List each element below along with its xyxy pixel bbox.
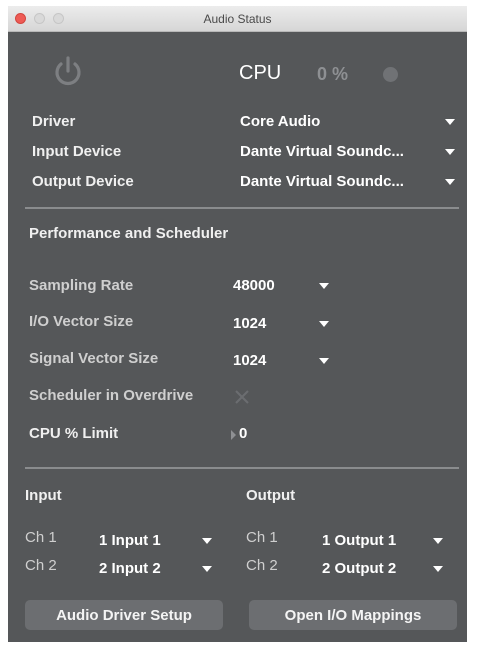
driver-dropdown-arrow-icon[interactable] bbox=[445, 119, 455, 125]
audio-driver-setup-button[interactable]: Audio Driver Setup bbox=[25, 600, 223, 630]
window-title: Audio Status bbox=[203, 12, 272, 26]
sampling-rate-label: Sampling Rate bbox=[29, 277, 134, 294]
sampling-rate-value[interactable]: 48000 bbox=[233, 277, 275, 294]
input-device-value[interactable]: Dante Virtual Soundc... bbox=[240, 143, 404, 160]
output-device-dropdown-arrow-icon[interactable] bbox=[445, 179, 455, 185]
title-bar: Audio Status bbox=[8, 6, 467, 32]
cpu-limit-value[interactable]: 0 bbox=[239, 425, 247, 442]
output-device-value[interactable]: Dante Virtual Soundc... bbox=[240, 173, 404, 190]
cpu-indicator-light bbox=[383, 67, 398, 82]
signal-vector-size-value[interactable]: 1024 bbox=[233, 352, 266, 369]
audio-status-panel: CPU 0 % Driver Core Audio Input Device D… bbox=[8, 32, 467, 642]
input-ch2-dropdown-arrow-icon[interactable] bbox=[202, 566, 212, 572]
output-device-label: Output Device bbox=[32, 173, 134, 190]
scheduler-overdrive-checkbox[interactable] bbox=[234, 389, 250, 405]
divider bbox=[25, 467, 459, 469]
output-ch2-label: Ch 2 bbox=[246, 557, 278, 574]
input-device-label: Input Device bbox=[32, 143, 122, 160]
cpu-value: 0 % bbox=[317, 64, 349, 84]
scheduler-overdrive-label: Scheduler in Overdrive bbox=[29, 387, 194, 404]
output-ch1-value[interactable]: 1 Output 1 bbox=[322, 532, 396, 549]
signal-vector-size-label: Signal Vector Size bbox=[29, 350, 159, 367]
output-ch2-value[interactable]: 2 Output 2 bbox=[322, 560, 396, 577]
performance-heading: Performance and Scheduler bbox=[29, 225, 229, 242]
io-vector-size-value[interactable]: 1024 bbox=[233, 315, 266, 332]
cpu-limit-label: CPU % Limit bbox=[29, 425, 119, 442]
sampling-rate-dropdown-arrow-icon[interactable] bbox=[319, 283, 329, 289]
audio-status-window: Audio Status CPU 0 % Driver Core Audio I… bbox=[8, 6, 467, 642]
input-ch2-value[interactable]: 2 Input 2 bbox=[99, 560, 161, 577]
output-heading: Output bbox=[246, 487, 296, 504]
io-vector-size-label: I/O Vector Size bbox=[29, 313, 134, 330]
input-heading: Input bbox=[25, 487, 62, 504]
output-ch1-dropdown-arrow-icon[interactable] bbox=[433, 538, 443, 544]
cpu-limit-triangle-icon bbox=[231, 430, 236, 440]
cpu-label: CPU bbox=[239, 62, 282, 84]
input-ch1-label: Ch 1 bbox=[25, 529, 57, 546]
open-io-mappings-button[interactable]: Open I/O Mappings bbox=[249, 600, 457, 630]
input-device-dropdown-arrow-icon[interactable] bbox=[445, 149, 455, 155]
input-ch1-value[interactable]: 1 Input 1 bbox=[99, 532, 161, 549]
input-ch2-label: Ch 2 bbox=[25, 557, 57, 574]
io-vector-size-dropdown-arrow-icon[interactable] bbox=[319, 321, 329, 327]
power-icon[interactable] bbox=[51, 54, 85, 88]
input-ch1-dropdown-arrow-icon[interactable] bbox=[202, 538, 212, 544]
driver-value[interactable]: Core Audio bbox=[240, 113, 320, 130]
driver-label: Driver bbox=[32, 113, 76, 130]
output-ch2-dropdown-arrow-icon[interactable] bbox=[433, 566, 443, 572]
signal-vector-size-dropdown-arrow-icon[interactable] bbox=[319, 358, 329, 364]
divider bbox=[25, 207, 459, 209]
output-ch1-label: Ch 1 bbox=[246, 529, 278, 546]
